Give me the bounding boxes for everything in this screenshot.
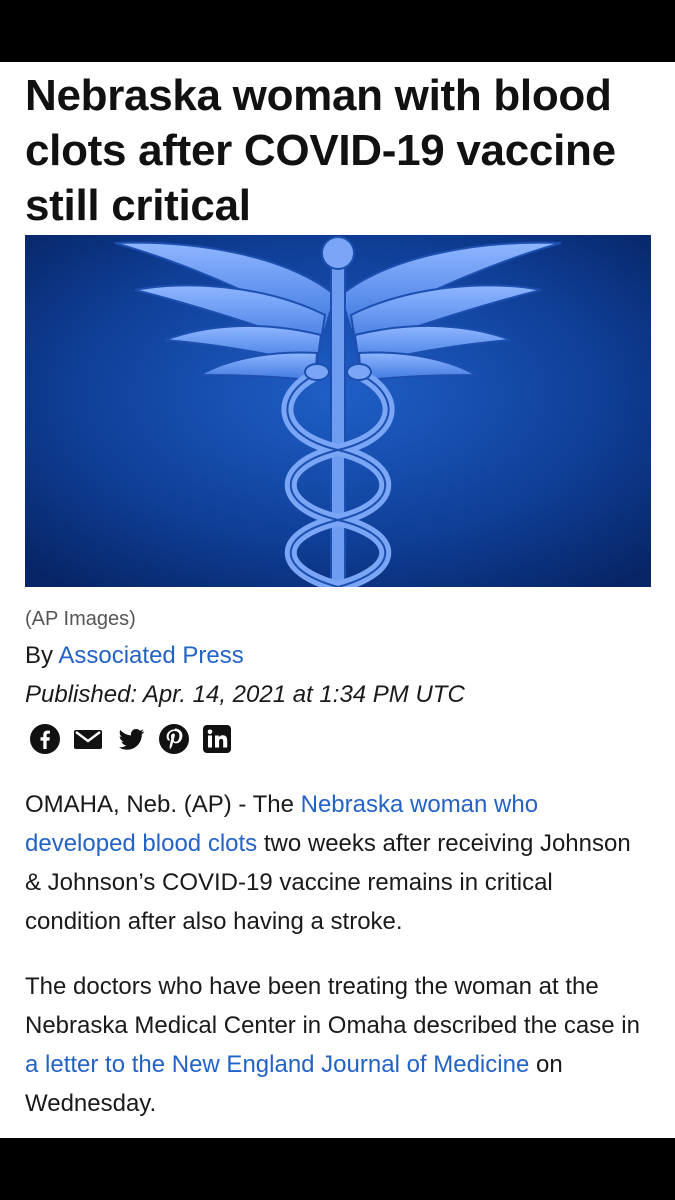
author-link[interactable]: Associated Press (58, 642, 243, 669)
caduceus-illustration (25, 235, 651, 587)
nejm-letter-link[interactable]: a letter to the New England Journal of M… (25, 1051, 529, 1078)
byline-prefix: By (25, 642, 54, 669)
pinterest-icon[interactable] (157, 722, 191, 756)
article-paragraph-1: OMAHA, Neb. (AP) - The Nebraska woman wh… (25, 785, 640, 941)
byline: By Associated Press (25, 642, 244, 670)
published-date: Published: Apr. 14, 2021 at 1:34 PM UTC (25, 681, 465, 708)
paragraph-2-text-start: The doctors who have been treating the w… (25, 973, 640, 1039)
email-icon[interactable] (71, 722, 105, 756)
article-hero-image (25, 235, 651, 587)
article-paragraph-2: The doctors who have been treating the w… (25, 967, 640, 1123)
article-page: Nebraska woman with blood clots after CO… (0, 62, 675, 1138)
linkedin-icon[interactable] (200, 722, 234, 756)
image-caption: (AP Images) (25, 608, 136, 630)
facebook-icon[interactable] (28, 722, 62, 756)
share-bar (28, 722, 234, 756)
twitter-icon[interactable] (114, 722, 148, 756)
paragraph-1-text-start: OMAHA, Neb. (AP) - The (25, 791, 301, 818)
article-headline: Nebraska woman with blood clots after CO… (25, 71, 616, 230)
